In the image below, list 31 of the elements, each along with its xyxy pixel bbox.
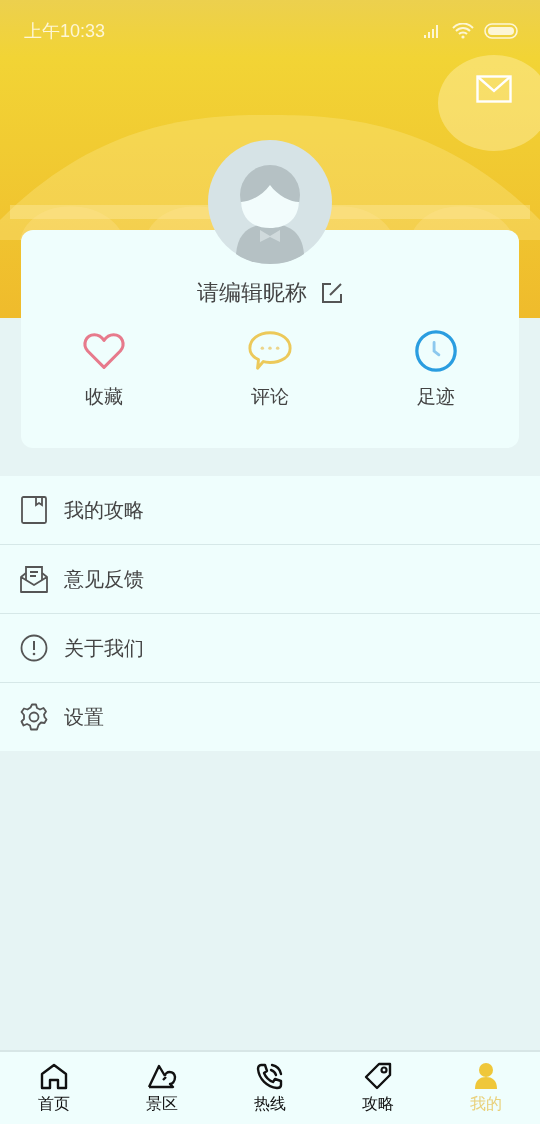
avatar-silhouette-icon[interactable] xyxy=(208,140,332,264)
menu-label: 设置 xyxy=(64,703,104,731)
envelope-icon xyxy=(20,565,48,593)
edit-icon xyxy=(321,282,343,304)
tag-icon xyxy=(363,1061,393,1090)
edit-button[interactable] xyxy=(321,282,343,304)
tab[interactable]: 热线 xyxy=(216,1052,324,1124)
settings-icon xyxy=(20,703,48,731)
envelope-icon xyxy=(476,75,512,103)
menu-label: 我的攻略 xyxy=(64,496,144,524)
wifi-icon xyxy=(452,23,474,39)
tab[interactable]: 景区 xyxy=(108,1052,216,1124)
menu-item[interactable]: 关于我们 xyxy=(0,614,540,683)
exclamation-circle-icon xyxy=(20,634,48,662)
clock-icon xyxy=(413,328,459,374)
battery-icon xyxy=(484,23,518,39)
phone-icon xyxy=(255,1061,285,1090)
menu-label: 关于我们 xyxy=(64,634,144,662)
home-icon xyxy=(39,1061,69,1090)
status-time: 上午10:33 xyxy=(24,20,106,43)
stat-button[interactable]: 评论 xyxy=(187,328,353,410)
tab[interactable]: 攻略 xyxy=(324,1052,432,1124)
menu-item[interactable]: 意见反馈 xyxy=(0,545,540,614)
menu-item[interactable]: 我的攻略 xyxy=(0,476,540,545)
stat-button[interactable]: 足迹 xyxy=(353,328,519,410)
menu-item[interactable]: 设置 xyxy=(0,683,540,751)
tab[interactable]: 首页 xyxy=(0,1052,108,1124)
bookmark-page-icon xyxy=(20,496,48,524)
menu-label: 意见反馈 xyxy=(64,565,144,593)
nickname[interactable]: 请编辑昵称 xyxy=(197,278,307,308)
stat-button[interactable]: 收藏 xyxy=(21,328,187,410)
